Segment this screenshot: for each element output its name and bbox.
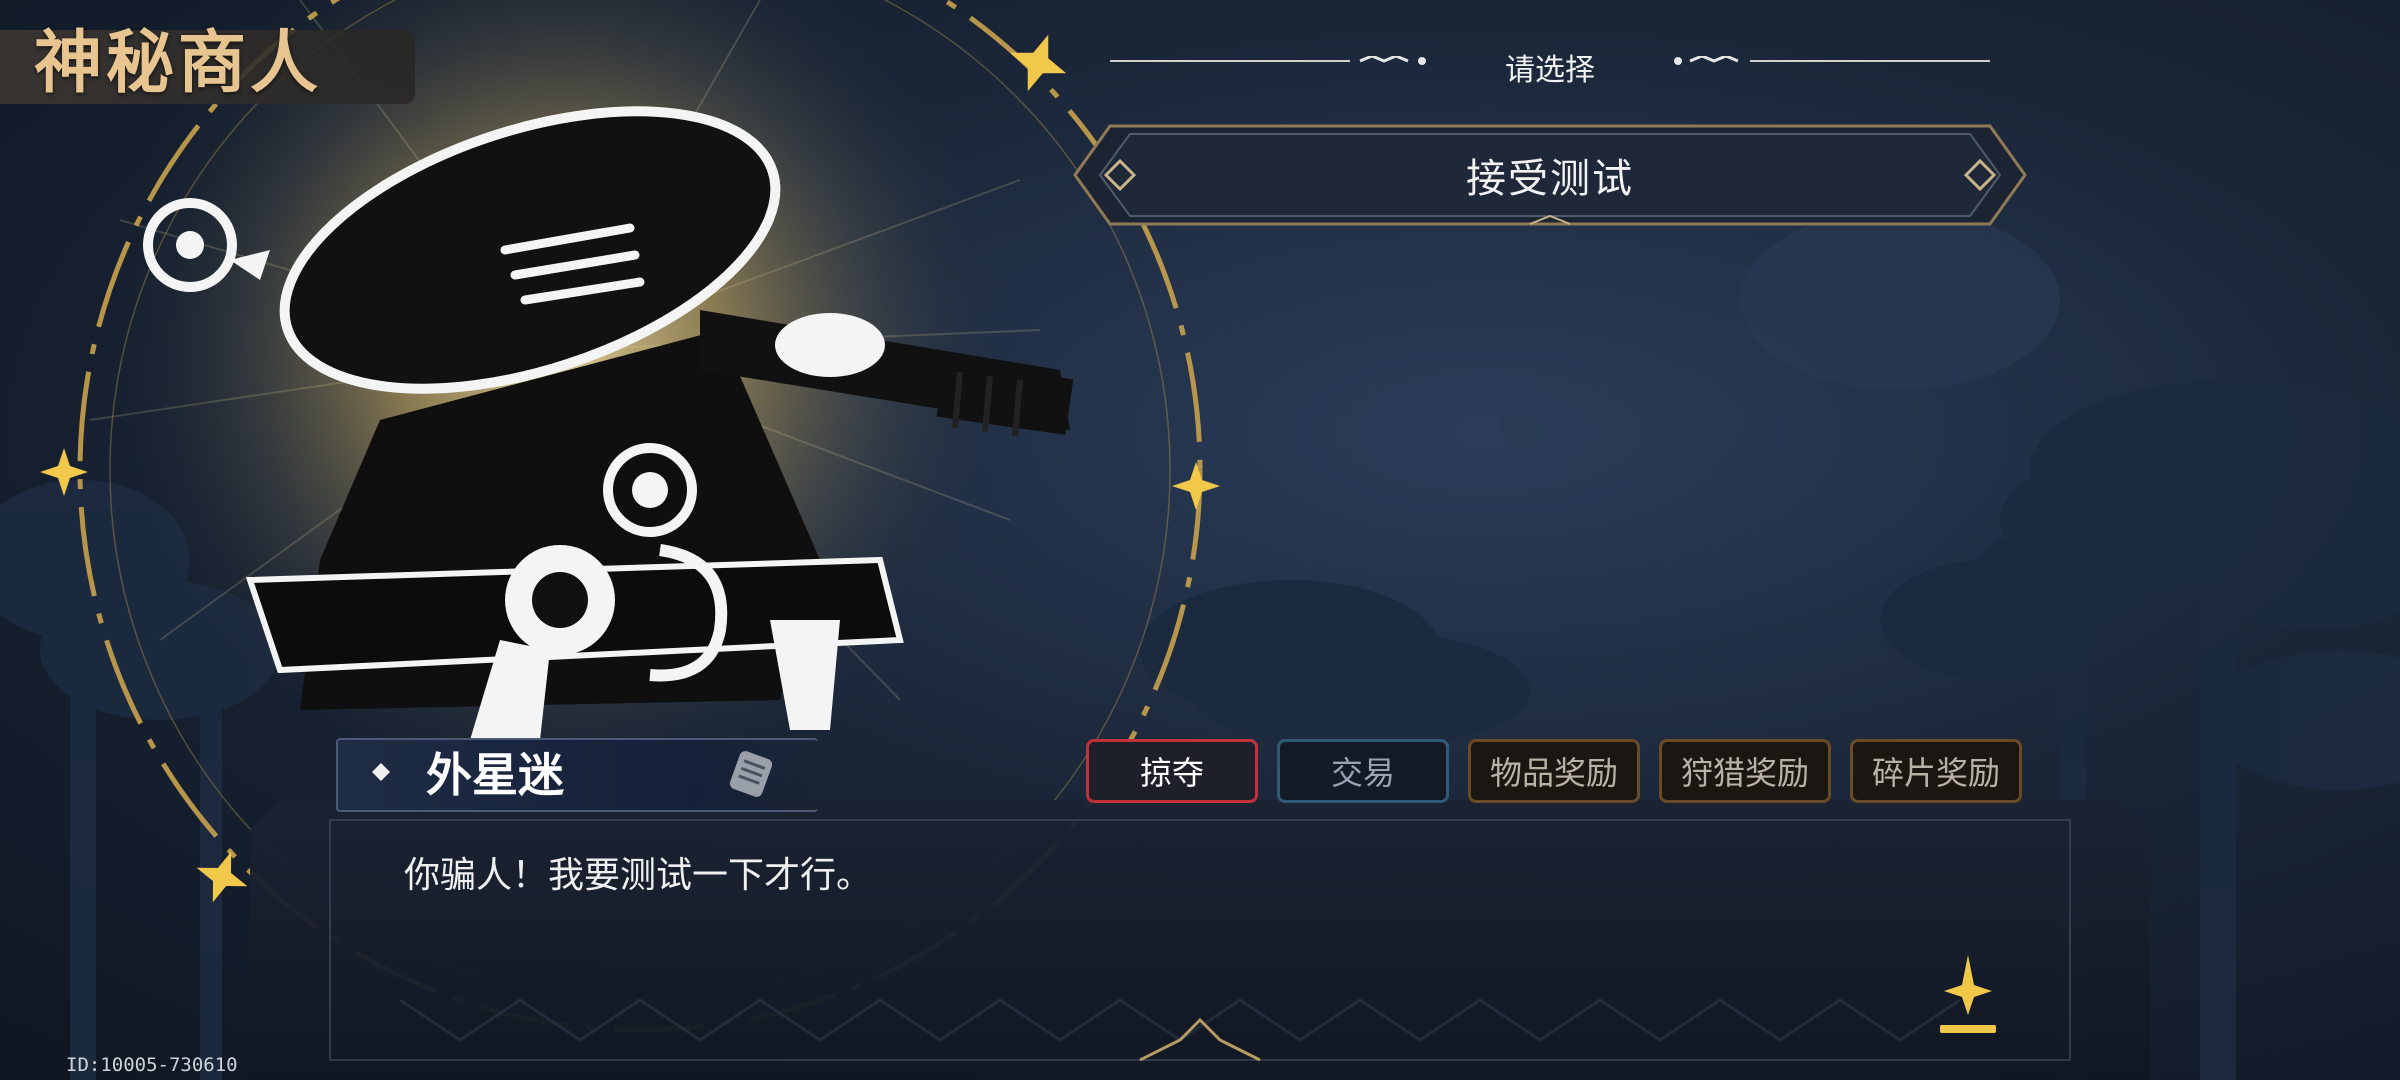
tab-plunder[interactable]: 掠夺 xyxy=(1086,739,1258,803)
choose-prompt: 请选择 xyxy=(1505,53,1595,88)
id-label: ID:10005-730610 xyxy=(66,1054,238,1076)
page-title: 神秘商人 xyxy=(34,24,323,103)
scroll-icon[interactable] xyxy=(726,744,782,800)
diamond-icon xyxy=(372,763,390,781)
divider-right xyxy=(1674,56,1990,65)
choice-accept-test-button[interactable]: 接受测试 xyxy=(1070,118,2030,232)
choice-label: 接受测试 xyxy=(1466,156,1634,202)
tab-fragment-rewards[interactable]: 碎片奖励 xyxy=(1850,739,2022,803)
tab-item-rewards[interactable]: 物品奖励 xyxy=(1468,739,1640,803)
tab-trade[interactable]: 交易 xyxy=(1277,739,1449,803)
down-arrow-icon[interactable] xyxy=(1940,955,1996,1035)
tab-hunt-rewards[interactable]: 狩猎奖励 xyxy=(1659,739,1831,803)
speaker-name: 外星迷 xyxy=(426,748,564,802)
dialog-text: 你骗人！我要测试一下才行。 xyxy=(404,855,873,896)
